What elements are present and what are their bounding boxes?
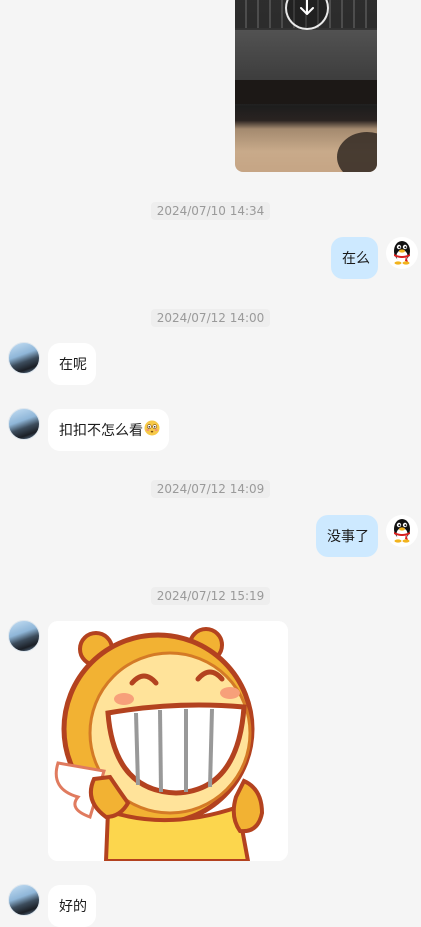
message-bubble-other[interactable]: 好的 xyxy=(48,885,96,927)
timestamp: 2024/07/10 14:34 xyxy=(0,202,421,220)
timestamp: 2024/07/12 14:00 xyxy=(0,309,421,327)
message-text: 扣扣不怎么看 xyxy=(59,423,143,439)
contact-avatar[interactable] xyxy=(8,620,40,652)
sticker-image-message[interactable] xyxy=(48,621,288,861)
qq-penguin-avatar-icon[interactable] xyxy=(386,237,418,269)
message-bubble-self[interactable]: 没事了 xyxy=(316,515,378,557)
qq-penguin-avatar-icon[interactable] xyxy=(386,515,418,547)
video-thumbnail-desk xyxy=(235,80,377,104)
timestamp-text: 2024/07/12 14:00 xyxy=(150,309,271,327)
contact-avatar[interactable] xyxy=(8,342,40,374)
timestamp-text: 2024/07/10 14:34 xyxy=(150,202,271,220)
message-text: 在么 xyxy=(342,251,370,267)
message-text: 好的 xyxy=(59,899,87,915)
video-thumbnail-shadow xyxy=(337,132,377,172)
flushed-face-emoji-icon xyxy=(144,420,160,440)
timestamp-text: 2024/07/12 15:19 xyxy=(150,587,271,605)
video-message[interactable] xyxy=(235,0,377,172)
message-bubble-self[interactable]: 在么 xyxy=(331,237,378,279)
message-text: 在呢 xyxy=(59,357,87,373)
timestamp: 2024/07/12 15:19 xyxy=(0,587,421,605)
timestamp-text: 2024/07/12 14:09 xyxy=(150,480,271,498)
message-text: 没事了 xyxy=(327,529,369,545)
message-bubble-other[interactable]: 在呢 xyxy=(48,343,96,385)
grinning-sticker-image xyxy=(48,621,288,861)
contact-avatar[interactable] xyxy=(8,408,40,440)
timestamp: 2024/07/12 14:09 xyxy=(0,480,421,498)
message-bubble-other[interactable]: 扣扣不怎么看 xyxy=(48,409,169,451)
video-thumbnail-laptop xyxy=(235,30,377,80)
contact-avatar[interactable] xyxy=(8,884,40,916)
chat-window: 2024/07/10 14:34 在么 2024/07/12 14:00 在呢 … xyxy=(0,0,421,927)
